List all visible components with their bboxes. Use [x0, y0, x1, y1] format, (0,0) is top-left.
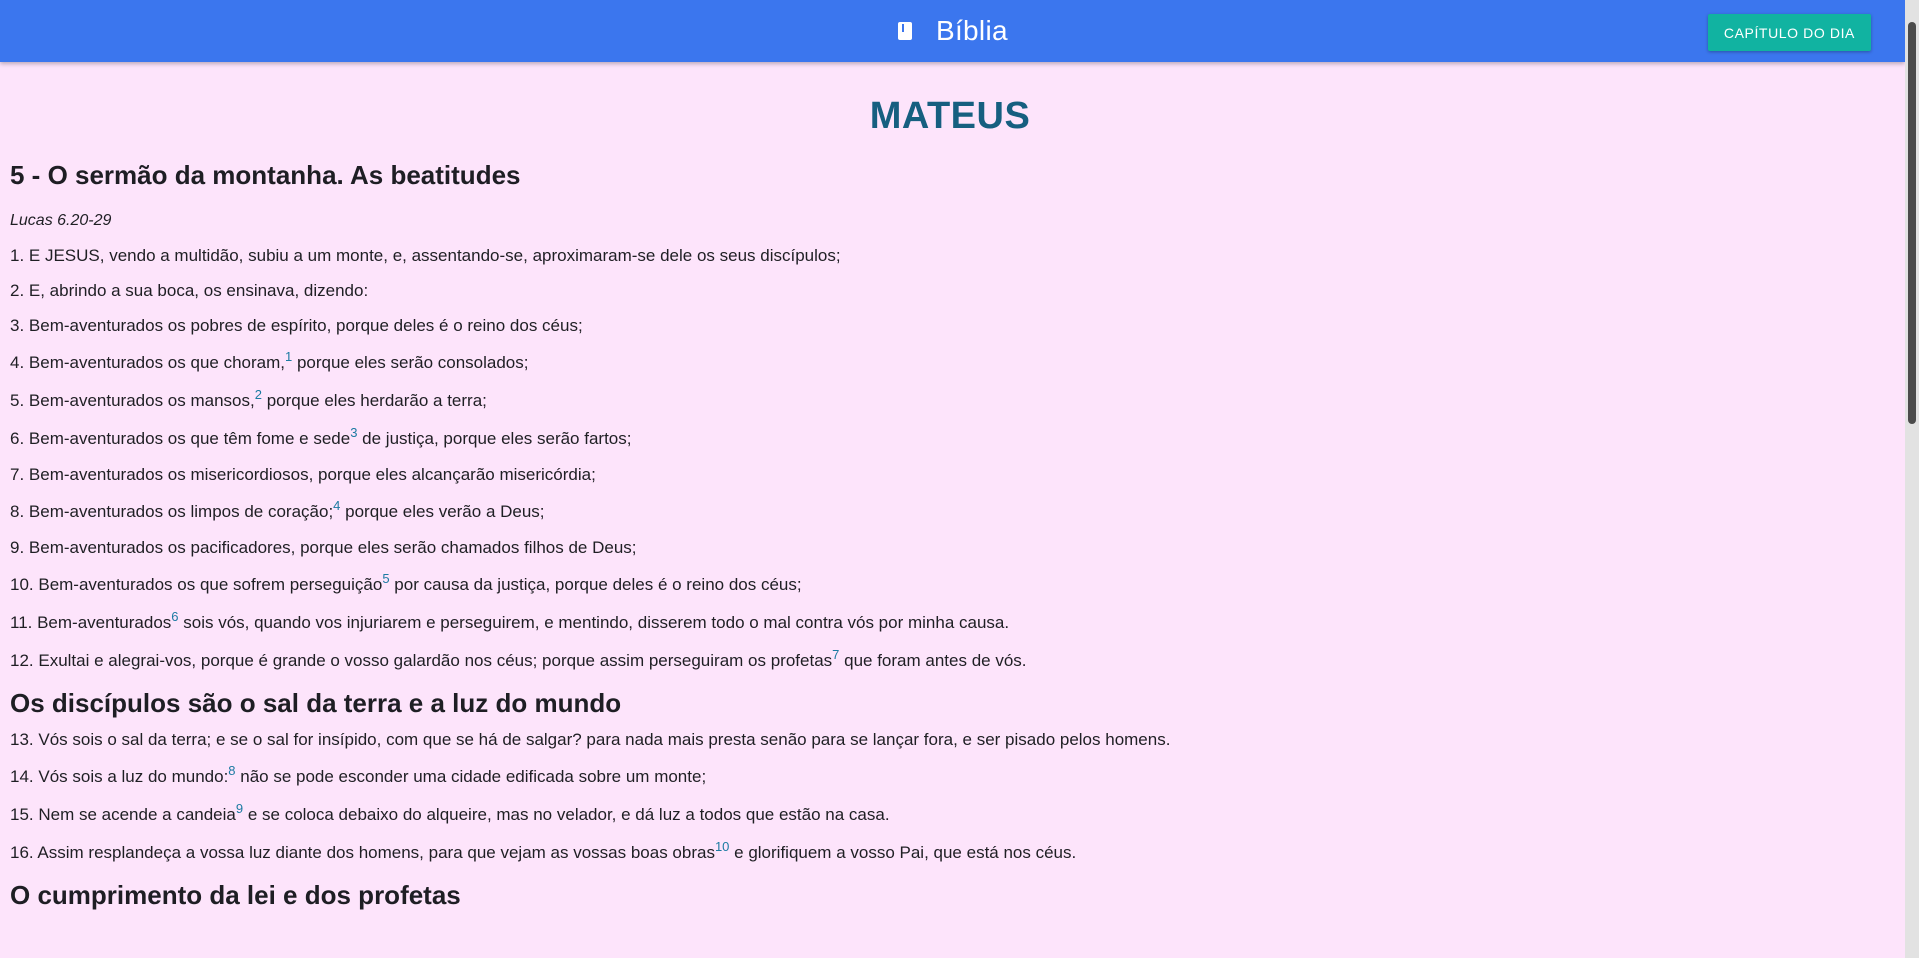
verse: 9. Bem-aventurados os pacificadores, por…: [10, 538, 637, 557]
verse: 1. E JESUS, vendo a multidão, subiu a um…: [10, 246, 841, 265]
verse: 6. Bem-aventurados os que têm fome e sed…: [10, 425, 632, 448]
verse: 15. Nem se acende a candeia9 e se coloca…: [10, 801, 890, 824]
verse: 12. Exultai e alegrai-vos, porque é gran…: [10, 647, 1027, 670]
verse: 2. E, abrindo a sua boca, os ensinava, d…: [10, 281, 369, 300]
scrollbar-thumb[interactable]: [1908, 22, 1916, 424]
section-heading: 5 - O sermão da montanha. As beatitudes: [10, 160, 521, 190]
footnote-link[interactable]: 6: [171, 609, 178, 624]
verse: 7. Bem-aventurados os misericordiosos, p…: [10, 465, 596, 484]
footnote-link[interactable]: 2: [255, 387, 262, 402]
verse: 5. Bem-aventurados os mansos,2 porque el…: [10, 387, 487, 410]
chapter-content: MATEUS 5 - O sermão da montanha. As beat…: [10, 62, 1890, 911]
book-icon: [898, 22, 912, 40]
app-brand[interactable]: Bíblia: [898, 0, 1008, 62]
chapter-of-the-day-button[interactable]: CAPÍTULO DO DIA: [1707, 14, 1871, 51]
verse: 4. Bem-aventurados os que choram,1 porqu…: [10, 349, 529, 372]
verse: 13. Vós sois o sal da terra; e se o sal …: [10, 730, 1171, 749]
verse: 8. Bem-aventurados os limpos de coração;…: [10, 498, 545, 521]
footnote-link[interactable]: 10: [715, 839, 729, 854]
footnote-link[interactable]: 8: [228, 763, 235, 778]
footnote-link[interactable]: 5: [382, 571, 389, 586]
verse: 16. Assim resplandeça a vossa luz diante…: [10, 839, 1077, 862]
verse: 3. Bem-aventurados os pobres de espírito…: [10, 316, 583, 335]
verse: 11. Bem-aventurados6 sois vós, quando vo…: [10, 609, 1010, 632]
section-heading: O cumprimento da lei e dos profetas: [10, 880, 461, 910]
cross-reference: Lucas 6.20-29: [10, 212, 112, 229]
book-title: MATEUS: [869, 95, 1031, 137]
verse: 14. Vós sois a luz do mundo:8 não se pod…: [10, 763, 707, 786]
app-bar: Bíblia CAPÍTULO DO DIA: [0, 0, 1905, 62]
section-heading: Os discípulos são o sal da terra e a luz…: [10, 688, 622, 718]
page-scrollbar[interactable]: [1905, 0, 1919, 958]
app-title: Bíblia: [936, 15, 1008, 46]
verse: 10. Bem-aventurados os que sofrem perseg…: [10, 571, 802, 594]
